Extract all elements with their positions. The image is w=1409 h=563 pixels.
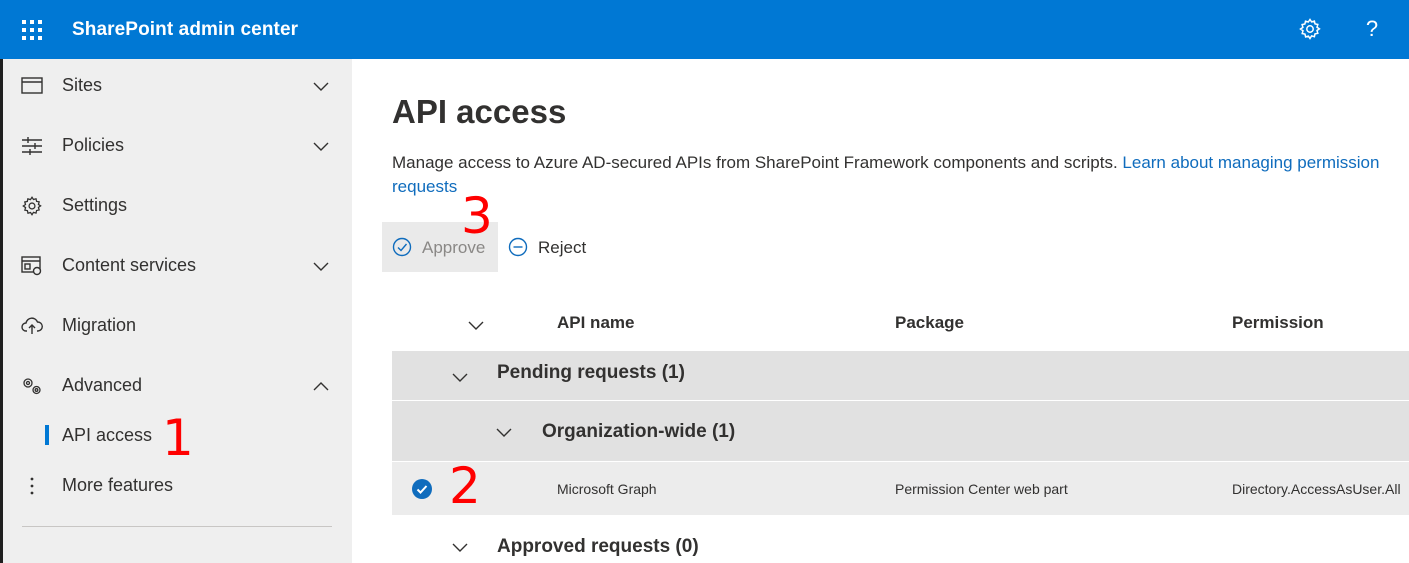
sliders-icon xyxy=(21,135,43,157)
sidebar-item-settings[interactable]: Settings xyxy=(3,181,352,229)
chevron-down-icon[interactable] xyxy=(313,139,329,151)
chevron-down-icon[interactable] xyxy=(496,425,512,437)
annotation-1: 1 xyxy=(162,409,194,467)
sidebar-item-label: Policies xyxy=(62,135,125,155)
column-header-permission[interactable]: Permission xyxy=(1232,313,1324,333)
cell-permission: Directory.AccessAsUser.All xyxy=(1232,481,1401,497)
reject-button[interactable]: Reject xyxy=(502,222,602,272)
sidebar-item-label: Migration xyxy=(62,315,137,335)
app-title[interactable]: SharePoint admin center xyxy=(72,19,298,41)
page-title: API access xyxy=(392,93,567,130)
more-vertical-icon xyxy=(21,475,43,497)
selected-indicator xyxy=(45,425,49,445)
cell-api-name: Microsoft Graph xyxy=(557,481,657,497)
window-icon xyxy=(21,75,43,97)
table-header: API name Package Permission xyxy=(392,299,1409,349)
minus-circle-icon xyxy=(508,237,528,257)
main-content: API access Manage access to Azure AD-sec… xyxy=(352,59,1409,563)
checkmark-circle-icon xyxy=(392,237,412,257)
sidebar-item-policies[interactable]: Policies xyxy=(3,121,352,169)
sidebar-item-migration[interactable]: Migration xyxy=(3,301,352,349)
group-pending-requests[interactable]: Pending requests (1) xyxy=(392,351,1409,400)
gear-icon xyxy=(21,195,43,217)
page-description: Manage access to Azure AD-secured APIs f… xyxy=(392,151,1402,199)
column-header-api-name[interactable]: API name xyxy=(557,313,634,333)
group-organization-wide[interactable]: Organization-wide (1) xyxy=(392,401,1409,461)
sidebar-item-label: API access xyxy=(62,425,153,445)
sidebar: Sites Policies Settings Content services… xyxy=(3,59,352,563)
sidebar-item-label: Settings xyxy=(62,195,128,215)
description-text: Manage access to Azure AD-secured APIs f… xyxy=(392,153,1118,172)
row-checkbox-checked-icon[interactable] xyxy=(412,479,432,499)
top-bar: SharePoint admin center ? xyxy=(0,0,1409,59)
column-header-package[interactable]: Package xyxy=(895,313,964,333)
table-row[interactable]: Microsoft Graph Permission Center web pa… xyxy=(392,462,1409,515)
cloud-upload-icon xyxy=(21,315,43,337)
sidebar-item-label: Sites xyxy=(62,75,103,95)
chevron-down-icon[interactable] xyxy=(313,259,329,271)
annotation-3: 3 xyxy=(461,187,493,245)
app-launcher-icon[interactable] xyxy=(22,20,42,40)
sidebar-item-sites[interactable]: Sites xyxy=(3,61,352,109)
sidebar-item-more-features[interactable]: More features xyxy=(3,461,352,509)
sidebar-item-label: More features xyxy=(62,475,174,495)
help-icon[interactable]: ? xyxy=(1360,17,1384,41)
group-approved-requests[interactable]: Approved requests (0) xyxy=(392,529,1409,563)
sidebar-item-advanced[interactable]: Advanced xyxy=(3,361,352,409)
annotation-2: 2 xyxy=(449,457,481,515)
group-label: Pending requests (1) xyxy=(497,362,685,383)
group-label: Approved requests (0) xyxy=(497,536,699,557)
chevron-down-icon[interactable] xyxy=(452,370,468,382)
chevron-down-icon[interactable] xyxy=(468,318,484,330)
sidebar-item-label: Content services xyxy=(62,255,197,275)
content-icon xyxy=(21,255,43,277)
chevron-down-icon[interactable] xyxy=(452,540,468,552)
chevron-down-icon[interactable] xyxy=(313,79,329,91)
sidebar-divider xyxy=(22,526,332,527)
reject-label: Reject xyxy=(538,238,587,257)
cell-package: Permission Center web part xyxy=(895,481,1068,497)
sidebar-item-label: Advanced xyxy=(62,375,143,395)
sidebar-item-content-services[interactable]: Content services xyxy=(3,241,352,289)
chevron-up-icon[interactable] xyxy=(313,379,329,391)
gears-icon xyxy=(21,375,43,397)
group-label: Organization-wide (1) xyxy=(542,421,736,442)
gear-icon[interactable] xyxy=(1298,17,1322,41)
